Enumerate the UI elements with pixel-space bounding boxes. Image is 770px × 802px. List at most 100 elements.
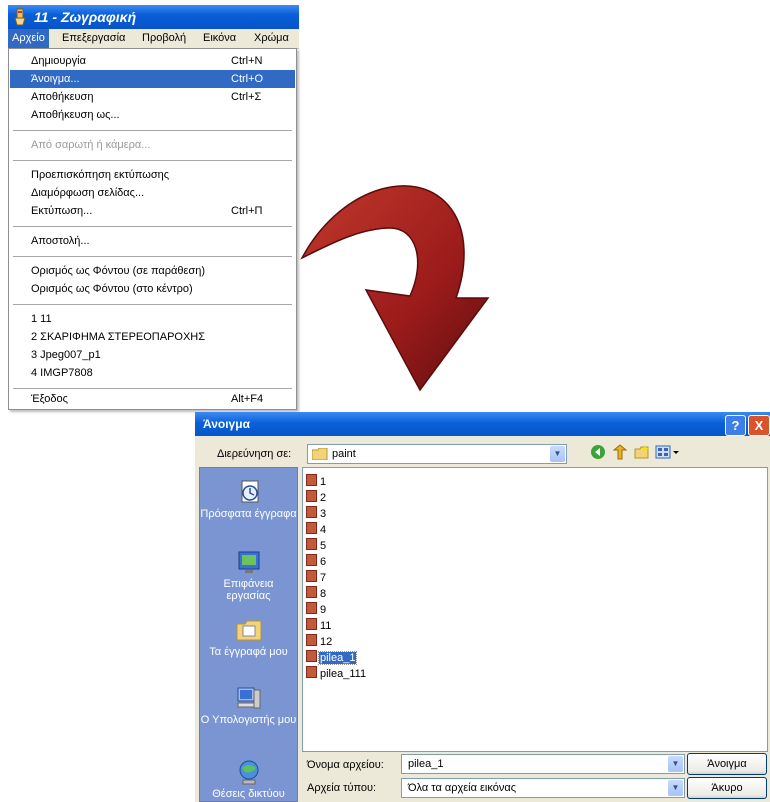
- image-file-icon: [306, 522, 317, 534]
- dialog-title: Άνοιγμα: [203, 417, 250, 431]
- up-folder-icon[interactable]: [611, 444, 629, 460]
- file-item[interactable]: 7: [306, 570, 327, 584]
- image-file-icon: [306, 618, 317, 630]
- desktop-icon: [238, 551, 259, 573]
- menu-item-set-wallpaper-centered[interactable]: Ορισμός ως Φόντου (στο κέντρο): [10, 280, 295, 298]
- place-my-computer[interactable]: Ο Υπολογιστής μου: [200, 684, 297, 726]
- place-label: Τα έγγραφά μου: [209, 646, 288, 658]
- look-in-combo[interactable]: paint ▼: [307, 444, 567, 464]
- cancel-button[interactable]: Άκυρο: [687, 777, 767, 799]
- filename-input[interactable]: pilea_1 ▼: [401, 754, 685, 774]
- look-in-label: Διερεύνηση σε:: [217, 448, 292, 460]
- look-in-value: paint: [332, 448, 356, 460]
- my-computer-icon: [237, 687, 260, 709]
- place-label: Πρόσφατα έγγραφα: [200, 508, 297, 520]
- paint-window: 11 - Ζωγραφική Αρχείο Επεξεργασία Προβολ…: [8, 5, 299, 410]
- menu-item-recent-4[interactable]: 4 IMGP7808: [10, 364, 295, 382]
- file-item[interactable]: 4: [306, 522, 327, 536]
- file-item[interactable]: 9: [306, 602, 327, 616]
- file-item[interactable]: 3: [306, 506, 327, 520]
- open-button[interactable]: Άνοιγμα: [687, 753, 767, 775]
- menu-item-recent-3[interactable]: 3 Jpeg007_p1: [10, 346, 295, 364]
- filetype-label: Αρχεία τύπου:: [307, 782, 377, 794]
- file-item[interactable]: 5: [306, 538, 327, 552]
- place-label: Επιφάνεια εργασίας: [223, 578, 274, 602]
- file-list[interactable]: 1 2 3 4 5 6 7 8 9 11 12 pilea_1 pilea_11…: [302, 467, 768, 752]
- paint-title-bar: 11 - Ζωγραφική: [8, 5, 299, 29]
- network-places-icon: [239, 760, 258, 785]
- chevron-down-icon[interactable]: ▼: [550, 446, 565, 462]
- menu-item-new[interactable]: Δημιουργία Ctrl+N: [10, 52, 295, 70]
- menu-separator: [13, 130, 292, 131]
- dialog-title-bar: Άνοιγμα ? X: [195, 412, 770, 436]
- file-item[interactable]: 12: [306, 634, 333, 648]
- menu-separator: [13, 304, 292, 305]
- chevron-down-icon[interactable]: ▼: [668, 780, 683, 796]
- open-dialog: Άνοιγμα ? X Διερεύνηση σε: paint ▼ Πρόσφ…: [195, 412, 770, 802]
- filetype-value: Όλα τα αρχεία εικόνας: [408, 782, 517, 794]
- menu-item-page-setup[interactable]: Διαμόρφωση σελίδας...: [10, 184, 295, 202]
- file-menu-dropdown: Δημιουργία Ctrl+N Άνοιγμα... Ctrl+O Αποθήκ…: [8, 48, 297, 410]
- menu-colors[interactable]: Χρώμα: [250, 29, 293, 48]
- menu-separator: [13, 160, 292, 161]
- help-button[interactable]: ?: [725, 415, 746, 436]
- image-file-icon: [306, 602, 317, 614]
- menu-item-recent-2[interactable]: 2 ΣΚΑΡΙΦΗΜΑ ΣΤΕΡΕΟΠΑΡΟΧΗΣ: [10, 328, 295, 346]
- place-desktop[interactable]: Επιφάνεια εργασίας: [200, 548, 297, 602]
- chevron-down-icon[interactable]: ▼: [668, 756, 683, 772]
- file-item[interactable]: 11: [306, 618, 332, 632]
- recent-documents-icon: [241, 480, 258, 503]
- views-menu-icon[interactable]: [655, 444, 681, 460]
- image-file-icon: [306, 490, 317, 502]
- close-button[interactable]: X: [748, 415, 770, 436]
- menu-item-print[interactable]: Εκτύπωση... Ctrl+Π: [10, 202, 295, 220]
- image-file-icon: [306, 586, 317, 598]
- folder-icon: [312, 448, 328, 460]
- menu-view[interactable]: Προβολή: [138, 29, 190, 48]
- filename-label: Όνομα αρχείου:: [307, 759, 384, 771]
- file-item-selected[interactable]: pilea_1: [306, 650, 358, 665]
- image-file-icon: [306, 474, 317, 486]
- place-label: Θέσεις δικτύου: [212, 788, 285, 800]
- image-file-icon: [306, 570, 317, 582]
- image-file-icon: [306, 506, 317, 518]
- places-bar: Πρόσφατα έγγραφα Επιφάνεια εργασίας Τα έ…: [199, 467, 298, 802]
- file-item[interactable]: pilea_111: [306, 666, 367, 680]
- image-file-icon: [306, 650, 317, 662]
- back-icon[interactable]: [589, 444, 607, 460]
- menu-file[interactable]: Αρχείο: [8, 29, 49, 48]
- menu-item-print-preview[interactable]: Προεπισκόπηση εκτύπωσης: [10, 166, 295, 184]
- place-my-documents[interactable]: Τα έγγραφά μου: [200, 616, 297, 658]
- menu-item-save-as[interactable]: Αποθήκευση ως...: [10, 106, 295, 124]
- menu-item-send[interactable]: Αποστολή...: [10, 232, 295, 250]
- image-file-icon: [306, 538, 317, 550]
- new-folder-icon[interactable]: [633, 444, 651, 460]
- place-network[interactable]: Θέσεις δικτύου: [200, 758, 297, 800]
- file-item[interactable]: 1: [306, 474, 327, 488]
- menu-item-open[interactable]: Άνοιγμα... Ctrl+O: [10, 70, 295, 88]
- filetype-select[interactable]: Όλα τα αρχεία εικόνας ▼: [401, 778, 685, 798]
- menu-separator: [13, 388, 292, 389]
- paint-window-title: 11 - Ζωγραφική: [34, 9, 137, 25]
- menu-item-from-scanner: Από σαρωτή ή κάμερα...: [31, 139, 151, 151]
- menu-edit[interactable]: Επεξεργασία: [58, 29, 129, 48]
- file-item[interactable]: 8: [306, 586, 327, 600]
- place-label: Ο Υπολογιστής μου: [200, 714, 297, 726]
- menu-item-set-wallpaper-tiled[interactable]: Ορισμός ως Φόντου (σε παράθεση): [10, 262, 295, 280]
- curved-arrow-icon: [300, 185, 490, 392]
- menu-image[interactable]: Εικόνα: [199, 29, 240, 48]
- menu-separator: [13, 256, 292, 257]
- menu-item-recent-1[interactable]: 1 11: [10, 310, 295, 328]
- file-item[interactable]: 2: [306, 490, 327, 504]
- filename-value: pilea_1: [408, 758, 444, 770]
- menu-item-save[interactable]: Αποθήκευση Ctrl+Σ: [10, 88, 295, 106]
- menu-separator: [13, 226, 292, 227]
- paint-app-icon: [14, 8, 26, 26]
- my-documents-folder-icon: [236, 620, 261, 641]
- image-file-icon: [306, 634, 317, 646]
- place-recent-documents[interactable]: Πρόσφατα έγγραφα: [200, 478, 297, 520]
- menu-item-exit[interactable]: Έξοδος Alt+F4: [10, 390, 295, 408]
- image-file-icon: [306, 554, 317, 566]
- file-item[interactable]: 6: [306, 554, 327, 568]
- image-file-icon: [306, 666, 317, 678]
